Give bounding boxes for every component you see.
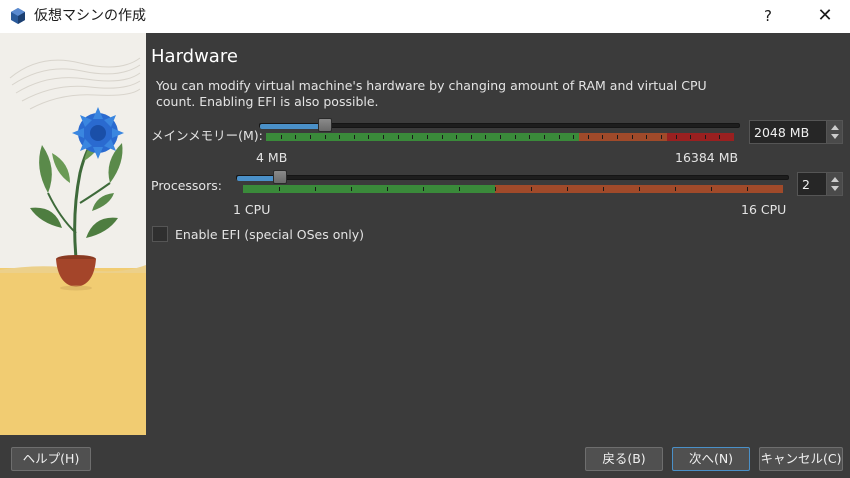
tick-mark (383, 135, 384, 139)
tick-mark (646, 135, 647, 139)
tick-mark (459, 187, 460, 191)
processors-label: Processors: (151, 178, 222, 193)
tick-mark (310, 135, 311, 139)
tick-mark (325, 135, 326, 139)
memory-decrease-icon[interactable] (831, 134, 839, 139)
cancel-button[interactable]: キャンセル(C) (759, 447, 843, 471)
tick-mark (485, 135, 486, 139)
memory-max-label: 16384 MB (675, 150, 739, 165)
efi-checkbox[interactable] (152, 226, 168, 242)
tick-mark (279, 187, 280, 191)
processors-decrease-icon[interactable] (831, 186, 839, 191)
tick-mark (515, 135, 516, 139)
tick-mark (603, 187, 604, 191)
next-button[interactable]: 次へ(N) (672, 447, 750, 471)
page-heading: Hardware (151, 46, 238, 67)
tick-mark (339, 135, 340, 139)
page-description: You can modify virtual machine's hardwar… (156, 78, 707, 109)
tick-mark (602, 135, 603, 139)
tick-mark (747, 187, 748, 191)
processors-ticks (243, 185, 783, 193)
tick-mark (632, 135, 633, 139)
processors-spinbox[interactable]: 2 (797, 172, 843, 196)
tick-mark (690, 135, 691, 139)
tick-mark (531, 187, 532, 191)
close-icon[interactable]: ✕ (812, 4, 838, 28)
efi-label[interactable]: Enable EFI (special OSes only) (175, 227, 364, 242)
tick-mark (427, 135, 428, 139)
tick-mark (351, 187, 352, 191)
tick-mark (423, 187, 424, 191)
virtualbox-icon (11, 8, 25, 24)
processors-increase-icon[interactable] (831, 177, 839, 182)
tick-mark (315, 187, 316, 191)
tick-mark (567, 187, 568, 191)
tick-mark (719, 135, 720, 139)
memory-spinbox[interactable]: 2048 MB (749, 120, 843, 144)
memory-min-label: 4 MB (256, 150, 288, 165)
tick-mark (705, 135, 706, 139)
tick-mark (398, 135, 399, 139)
back-button[interactable]: 戻る(B) (585, 447, 663, 471)
memory-ticks (266, 133, 734, 141)
memory-increase-icon[interactable] (831, 125, 839, 130)
processors-slider-track[interactable] (236, 175, 789, 180)
tick-mark (495, 187, 496, 191)
tick-mark (387, 187, 388, 191)
wizard-illustration (0, 33, 146, 435)
tick-mark (471, 135, 472, 139)
tick-mark (676, 135, 677, 139)
tick-mark (412, 135, 413, 139)
memory-value[interactable]: 2048 MB (754, 125, 809, 140)
memory-spin-arrows[interactable] (826, 121, 842, 143)
processors-value[interactable]: 2 (802, 177, 810, 192)
tick-mark (442, 135, 443, 139)
tick-mark (500, 135, 501, 139)
processors-max-label: 16 CPU (741, 202, 787, 217)
help-icon[interactable]: ? (756, 4, 780, 28)
tick-mark (544, 135, 545, 139)
tick-mark (661, 135, 662, 139)
tick-mark (368, 135, 369, 139)
tick-mark (529, 135, 530, 139)
memory-slider-handle[interactable] (318, 118, 332, 132)
tick-mark (281, 135, 282, 139)
tick-mark (617, 135, 618, 139)
button-bar: ヘルプ(H) 戻る(B) 次へ(N) キャンセル(C) (0, 435, 850, 478)
tick-mark (354, 135, 355, 139)
window-title: 仮想マシンの作成 (34, 8, 146, 24)
processors-slider-handle[interactable] (273, 170, 287, 184)
memory-label: メインメモリー(M): (151, 128, 263, 143)
title-bar: 仮想マシンの作成 ? ✕ (0, 0, 850, 33)
memory-slider-fill (260, 124, 324, 129)
tick-mark (559, 135, 560, 139)
tick-mark (295, 135, 296, 139)
tick-mark (588, 135, 589, 139)
tick-mark (573, 135, 574, 139)
tick-mark (711, 187, 712, 191)
processors-spin-arrows[interactable] (826, 173, 842, 195)
help-button[interactable]: ヘルプ(H) (11, 447, 91, 471)
processors-min-label: 1 CPU (233, 202, 271, 217)
tick-mark (456, 135, 457, 139)
tick-mark (639, 187, 640, 191)
tick-mark (675, 187, 676, 191)
